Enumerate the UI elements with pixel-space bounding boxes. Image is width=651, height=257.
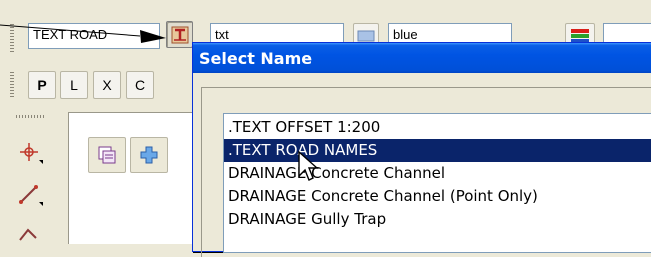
name-list-item[interactable]: .TEXT OFFSET 1:200	[224, 116, 651, 139]
copy-tool-button[interactable]	[88, 137, 126, 173]
point-target-icon	[20, 143, 43, 164]
select-name-dialog: Select Name .TEXT OFFSET 1:200 .TEXT ROAD…	[192, 42, 651, 257]
mode-button-l[interactable]: L	[60, 71, 88, 99]
dialog-title[interactable]: Select Name	[193, 43, 651, 73]
mouse-cursor	[298, 150, 319, 181]
name-list[interactable]: .TEXT OFFSET 1:200 .TEXT ROAD NAMES DRAINA…	[223, 113, 651, 253]
copy-icon	[98, 146, 116, 164]
mode-button-c[interactable]: C	[126, 71, 154, 99]
polyline-tool[interactable]	[14, 222, 44, 244]
callout-arrow	[0, 24, 166, 43]
tool-panel	[68, 112, 208, 244]
plus-icon	[140, 146, 158, 164]
name-list-item[interactable]: DRAINAGE Concrete Channel (Point Only)	[224, 185, 651, 208]
name-list-item[interactable]: DRAINAGE Gully Trap	[224, 208, 651, 231]
name-list-items: .TEXT OFFSET 1:200 .TEXT ROAD NAMES DRAINA…	[224, 114, 651, 231]
mode-button-x[interactable]: X	[93, 71, 121, 99]
line-tool[interactable]	[14, 180, 44, 208]
mode-button-p[interactable]: P	[28, 71, 56, 99]
name-list-item[interactable]: DRAINAGE Concrete Channel	[224, 162, 651, 185]
point-tool[interactable]	[14, 138, 44, 166]
palette-grip[interactable]	[16, 115, 44, 118]
mode-grip[interactable]	[10, 72, 14, 98]
add-tool-button[interactable]	[130, 137, 168, 173]
line-tool-icon	[19, 185, 43, 206]
polyline-tool-icon	[19, 228, 37, 241]
name-list-item[interactable]: .TEXT ROAD NAMES	[224, 139, 651, 162]
